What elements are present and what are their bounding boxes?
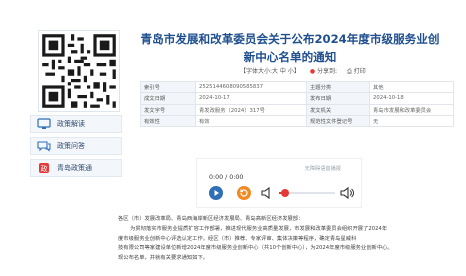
meta-key: 索引号 <box>140 80 196 94</box>
volume-slider-handle[interactable] <box>281 189 289 197</box>
print-button[interactable]: ⎙ 打印 <box>347 66 366 76</box>
svg-text:政: 政 <box>41 164 48 173</box>
meta-key: 发文机关 <box>306 103 370 116</box>
body-paragraph: 技有限公司等家建设单位新增2024年度市级服务业创新中心（共10个创新中心），为… <box>118 245 393 252</box>
table-row: 发文字号 青发改服务〔2024〕317号 发文机关 青岛市发展和改革委员会 <box>140 103 454 116</box>
meta-value: 其他 <box>369 80 454 94</box>
meta-key: 有效性 <box>140 114 196 128</box>
meta-key: 发文字号 <box>140 103 196 116</box>
sidebar-item-label: 青岛政策通 <box>57 164 92 172</box>
chat-icon <box>37 141 51 152</box>
time-readout: 0:00 / 0:00 <box>209 174 244 181</box>
table-row: 有效性 有效 规范性文件登记号 无 <box>140 114 454 128</box>
document-meta-table: 索引号 2525144608090585837 主题分类 其他 成文日期 202… <box>140 80 454 128</box>
meta-value: 2024-10-17 <box>195 92 307 105</box>
table-row: 索引号 2525144608090585837 主题分类 其他 <box>140 80 454 94</box>
volume-slider[interactable] <box>279 189 335 197</box>
page-title-line1: 青岛市发展和改革委员会关于公布2024年度市级服务业创 <box>140 32 440 46</box>
play-button[interactable] <box>209 186 223 200</box>
font-size-control[interactable]: 【字体大小:大 中 小】 <box>240 66 300 76</box>
meta-value: 2525144608090585837 <box>195 80 307 94</box>
sidebar-item-label: 政策解读 <box>57 120 85 128</box>
accessibility-hint: 无障碍语音播报 <box>304 166 341 172</box>
page-title-line2: 新中心名单的通知 <box>243 50 337 64</box>
meta-value: 有效 <box>195 114 307 128</box>
meta-value: 2024-10-18 <box>369 92 454 105</box>
meta-key: 主题分类 <box>306 80 370 94</box>
volume-up-icon[interactable] <box>340 186 354 200</box>
meta-value: 青岛市发展和改革委员会 <box>369 103 454 116</box>
body-paragraph: 现公布名单，并就有关要求通知如下。 <box>118 255 209 262</box>
body-paragraph: 各区（市）发展改革局、青岛西海岸新区经济发展局、青岛高新区经济发展部： <box>118 216 304 222</box>
page-title: 青岛市发展和改革委员会关于公布2024年度市级服务业创 新中心名单的通知 <box>135 30 445 66</box>
meta-value: 青发改服务〔2024〕317号 <box>195 103 307 116</box>
article-body: 各区（市）发展改革局、青岛西海岸新区经济发展局、青岛高新区经济发展部： 为贯彻落… <box>118 215 448 264</box>
replay-button[interactable] <box>237 186 251 200</box>
volume-down-icon[interactable] <box>261 186 273 200</box>
portal-icon: 政 <box>39 163 49 173</box>
qr-code-image <box>39 31 119 111</box>
sidebar-item-policy-qa[interactable]: 政策问答 <box>30 137 122 155</box>
audio-player: 无障碍语音播报 0:00 / 0:00 <box>196 158 362 208</box>
qr-code <box>38 30 120 112</box>
share-icon: ● <box>309 68 316 75</box>
body-paragraph: 度市级服务业创新中心评选认定工作。经区（市）推荐、专家评审、集体决策等程序，确定… <box>118 235 357 242</box>
table-row: 成文日期 2024-10-17 发布日期 2024-10-18 <box>140 92 454 105</box>
article-toolbar: 【字体大小:大 中 小】 ● 分享到: ⎙ 打印 <box>240 66 366 76</box>
share-button[interactable]: ● 分享到: <box>310 66 337 76</box>
meta-key: 发布日期 <box>306 92 370 105</box>
sidebar-item-label: 政策问答 <box>57 142 85 150</box>
sidebar-item-policy-interpretation[interactable]: 政策解读 <box>30 115 122 133</box>
meta-key: 成文日期 <box>140 92 196 105</box>
printer-icon: ⎙ <box>347 68 352 75</box>
computer-icon <box>37 118 51 129</box>
meta-key: 规范性文件登记号 <box>306 114 370 128</box>
body-paragraph: 为贯彻落实市服务业提质扩容工作部署，推进现代服务业高质量发展，市发展和改革委员会… <box>130 225 388 232</box>
sidebar-item-qingdao-policy-portal[interactable]: 政 青岛政策通 <box>30 159 122 177</box>
meta-value: 无 <box>369 114 454 128</box>
